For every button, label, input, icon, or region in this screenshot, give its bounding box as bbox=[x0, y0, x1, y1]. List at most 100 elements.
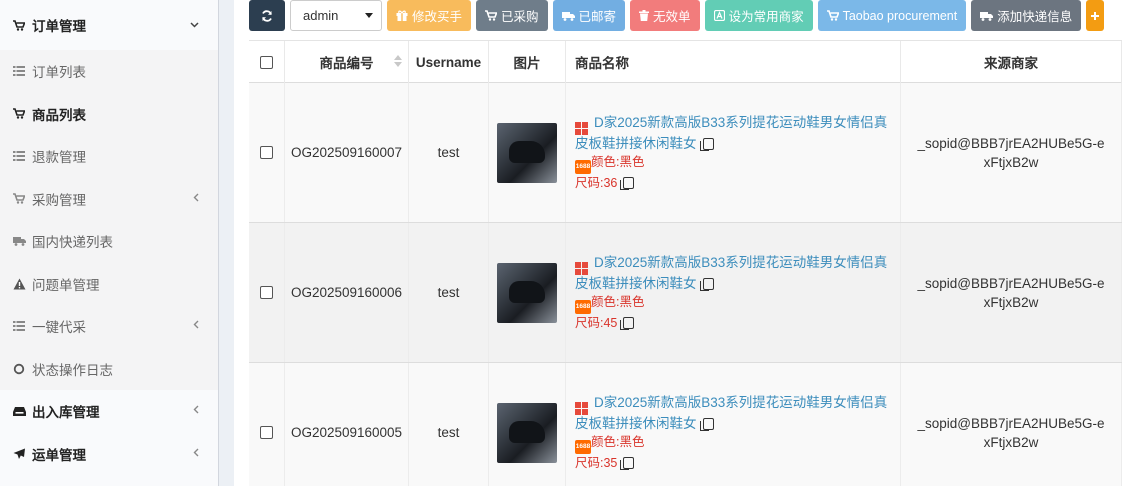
refresh-icon bbox=[262, 9, 272, 22]
column-header-image: 图片 bbox=[489, 41, 566, 83]
row-checkbox[interactable] bbox=[260, 426, 273, 439]
plus-icon bbox=[1091, 11, 1100, 20]
refresh-button[interactable] bbox=[249, 0, 285, 31]
change-buyer-button[interactable]: 修改买手 bbox=[387, 0, 472, 31]
username: test bbox=[409, 83, 489, 222]
badge-1688-icon: 1688 bbox=[575, 299, 591, 314]
product-name-cell: D家2025新款高版B33系列提花运动鞋男女情侣真皮板鞋拼接休闲鞋女 1688颜… bbox=[566, 223, 901, 362]
product-title-link[interactable]: D家2025新款高版B33系列提花运动鞋男女情侣真皮板鞋拼接休闲鞋女 bbox=[575, 395, 887, 431]
sidebar-item-status-log[interactable]: 状态操作日志 bbox=[0, 347, 218, 390]
product-title-link[interactable]: D家2025新款高版B33系列提花运动鞋男女情侣真皮板鞋拼接休闲鞋女 bbox=[575, 115, 887, 151]
sidebar-item-label: 订单列表 bbox=[32, 65, 86, 81]
cart-icon bbox=[11, 192, 27, 206]
product-title-line: D家2025新款高版B33系列提花运动鞋男女情侣真皮板鞋拼接休闲鞋女 bbox=[575, 254, 900, 293]
buyer-select[interactable]: admin bbox=[290, 0, 382, 31]
product-title-link[interactable]: D家2025新款高版B33系列提花运动鞋男女情侣真皮板鞋拼接休闲鞋女 bbox=[575, 255, 887, 291]
merchant: _sopid@BBB7jrEA2HUBe5G-exFtjxB2w bbox=[901, 363, 1122, 486]
button-label: Taobao procurement bbox=[842, 8, 958, 23]
image-cell bbox=[489, 363, 566, 486]
product-size-line: 尺码:45 bbox=[575, 314, 900, 332]
button-label: 无效单 bbox=[653, 10, 691, 24]
merchant-id: _sopid@BBB7jrEA2HUBe5G-exFtjxB2w bbox=[917, 415, 1105, 450]
product-thumbnail[interactable] bbox=[497, 402, 557, 463]
column-header-label: Username bbox=[415, 54, 482, 70]
table-row[interactable]: OG202509160005 test D家2025新款高版B33系列提花运动鞋… bbox=[249, 363, 1122, 486]
chevron-left-icon bbox=[193, 405, 199, 417]
product-size: 尺码:45 bbox=[575, 315, 618, 330]
copy-icon[interactable] bbox=[699, 417, 714, 431]
truck-icon bbox=[561, 11, 575, 21]
add-express-info-button[interactable]: 添加快递信息 bbox=[971, 0, 1082, 31]
username: test bbox=[409, 223, 489, 362]
product-size: 尺码:35 bbox=[575, 455, 618, 470]
product-thumbnail[interactable] bbox=[497, 122, 557, 183]
merchant-id: _sopid@BBB7jrEA2HUBe5G-exFtjxB2w bbox=[917, 135, 1105, 170]
sidebar: 订单管理 订单列表 商品列表 退款管理 采购管理 国内快递列表 问题单管理 一键… bbox=[0, 0, 219, 486]
badge-1688-icon: 1688 bbox=[575, 159, 591, 174]
sidebar-item-product-list[interactable]: 商品列表 bbox=[0, 92, 218, 135]
truck-icon bbox=[980, 11, 994, 21]
chevron-left-icon bbox=[193, 193, 199, 205]
purchased-button[interactable]: 已采购 bbox=[476, 0, 548, 31]
row-checkbox[interactable] bbox=[260, 146, 273, 159]
warning-icon bbox=[11, 277, 27, 291]
button-label: 添加快递信息 bbox=[997, 10, 1073, 24]
sidebar-item-label: 订单管理 bbox=[32, 19, 86, 34]
sidebar-item-domestic-express[interactable]: 国内快递列表 bbox=[0, 220, 218, 263]
mailed-button[interactable]: 已邮寄 bbox=[552, 0, 626, 31]
copy-icon[interactable] bbox=[620, 456, 635, 470]
column-header-label: 图片 bbox=[513, 56, 541, 71]
column-header-label: 来源商家 bbox=[984, 56, 1038, 71]
plane-icon bbox=[11, 447, 27, 461]
product-color: 颜色:黑色 bbox=[591, 294, 645, 309]
column-header-code[interactable]: 商品编号 bbox=[285, 41, 409, 83]
table-row[interactable]: OG202509160006 test D家2025新款高版B33系列提花运动鞋… bbox=[249, 223, 1122, 363]
row-checkbox[interactable] bbox=[260, 286, 273, 299]
product-code: OG202509160005 bbox=[285, 363, 409, 486]
select-all-checkbox[interactable] bbox=[260, 55, 273, 69]
cart-icon bbox=[826, 10, 839, 21]
product-title-line: D家2025新款高版B33系列提花运动鞋男女情侣真皮板鞋拼接休闲鞋女 bbox=[575, 394, 900, 433]
sidebar-item-issue-management[interactable]: 问题单管理 bbox=[0, 262, 218, 305]
copy-icon[interactable] bbox=[699, 137, 714, 151]
sidebar-item-purchase-management[interactable]: 采购管理 bbox=[0, 177, 218, 220]
more-button-cutoff[interactable] bbox=[1086, 0, 1105, 31]
copy-icon[interactable] bbox=[699, 277, 714, 291]
cart-icon bbox=[485, 10, 498, 21]
set-favorite-merchant-button[interactable]: 设为常用商家 bbox=[704, 0, 813, 31]
sort-icon bbox=[394, 55, 402, 67]
copy-icon[interactable] bbox=[620, 316, 635, 330]
copy-icon[interactable] bbox=[620, 176, 635, 190]
column-header-merchant: 来源商家 bbox=[901, 41, 1122, 83]
windows-icon bbox=[575, 401, 588, 415]
merchant-id: _sopid@BBB7jrEA2HUBe5G-exFtjxB2w bbox=[917, 275, 1105, 310]
sidebar-item-label: 采购管理 bbox=[32, 192, 86, 208]
chevron-left-icon bbox=[193, 320, 199, 332]
sidebar-item-label: 出入库管理 bbox=[32, 405, 100, 421]
sidebar-item-label: 运单管理 bbox=[32, 447, 86, 463]
sidebar-item-label: 商品列表 bbox=[32, 107, 86, 123]
invalid-order-button[interactable]: 无效单 bbox=[630, 0, 700, 31]
product-name-cell: D家2025新款高版B33系列提花运动鞋男女情侣真皮板鞋拼接休闲鞋女 1688颜… bbox=[566, 363, 901, 486]
merchant: _sopid@BBB7jrEA2HUBe5G-exFtjxB2w bbox=[901, 83, 1122, 222]
sidebar-item-order-management[interactable]: 订单管理 bbox=[0, 0, 218, 50]
list-icon bbox=[11, 149, 27, 163]
sidebar-item-order-list[interactable]: 订单列表 bbox=[0, 50, 218, 93]
buyer-select-value: admin bbox=[303, 8, 339, 23]
badge-1688-icon: 1688 bbox=[575, 439, 591, 454]
sidebar-item-refund-management[interactable]: 退款管理 bbox=[0, 135, 218, 178]
windows-icon bbox=[575, 261, 588, 275]
table-row[interactable]: OG202509160007 test D家2025新款高版B33系列提花运动鞋… bbox=[249, 83, 1122, 223]
taobao-procurement-button[interactable]: Taobao procurement bbox=[817, 0, 967, 31]
sidebar-item-inventory[interactable]: 出入库管理 bbox=[0, 390, 218, 433]
sidebar-item-waybill[interactable]: 运单管理 bbox=[0, 432, 218, 475]
image-cell bbox=[489, 223, 566, 362]
gift-icon bbox=[396, 10, 408, 21]
sidebar-item-label: 一键代采 bbox=[32, 320, 86, 336]
row-select-cell bbox=[249, 83, 285, 222]
product-size-line: 尺码:36 bbox=[575, 174, 900, 192]
sidebar-item-one-click-purchase[interactable]: 一键代采 bbox=[0, 305, 218, 348]
product-title-line: D家2025新款高版B33系列提花运动鞋男女情侣真皮板鞋拼接休闲鞋女 bbox=[575, 114, 900, 153]
product-thumbnail[interactable] bbox=[497, 262, 557, 323]
table-header: 商品编号 Username 图片 商品名称 来源商家 bbox=[249, 40, 1122, 83]
